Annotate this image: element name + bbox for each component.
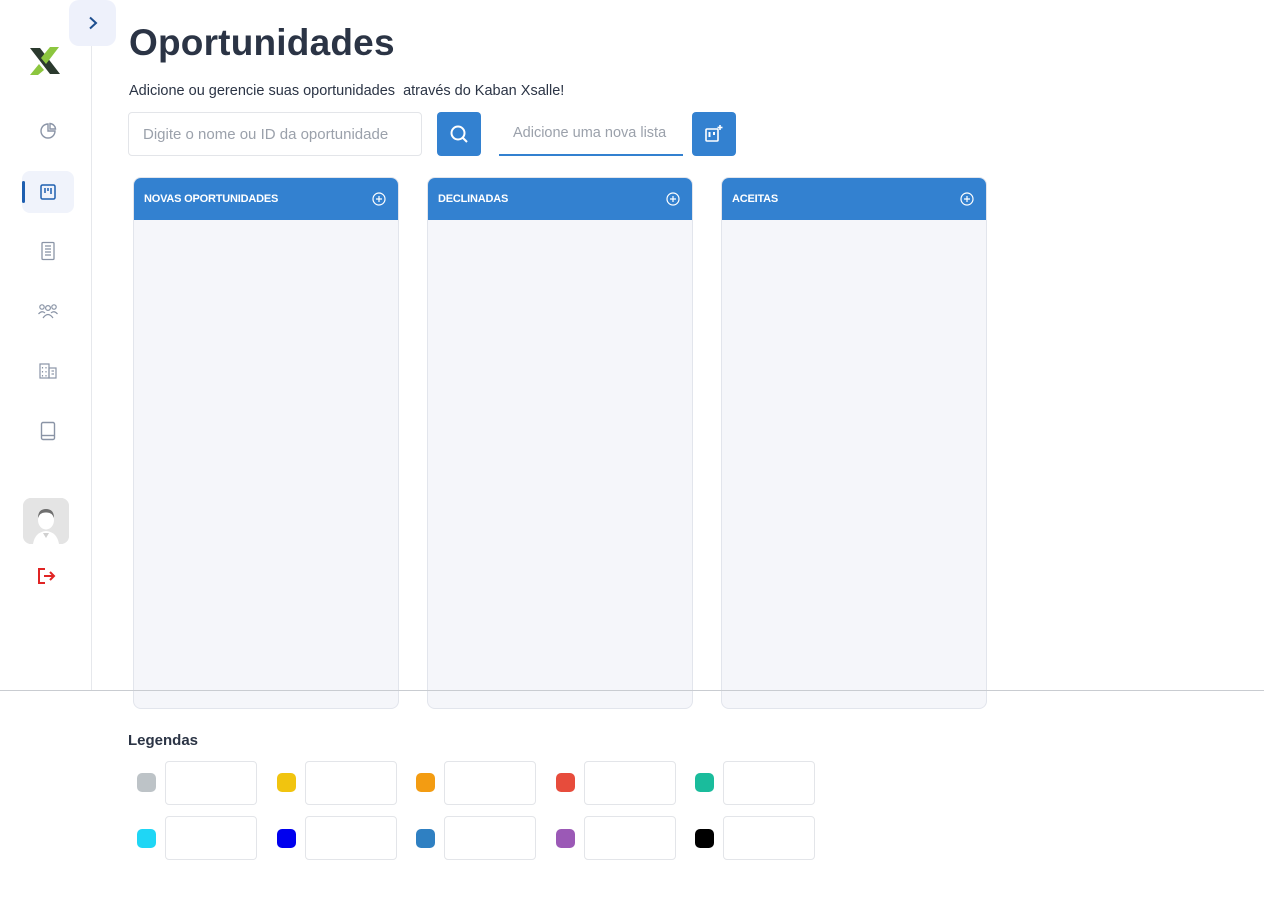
- legend-title: Legendas: [128, 732, 199, 749]
- legend-label-input[interactable]: [305, 816, 397, 860]
- column-header: ACEITAS: [722, 178, 986, 220]
- add-list-button[interactable]: [692, 112, 736, 156]
- search-button[interactable]: [437, 112, 481, 156]
- nav-dashboard[interactable]: [22, 110, 74, 152]
- search-input[interactable]: [128, 112, 422, 156]
- nav-book[interactable]: [22, 410, 74, 452]
- column-title: DECLINADAS: [438, 193, 509, 205]
- page-title: Oportunidades: [129, 22, 395, 63]
- kanban-column-aceitas: ACEITAS: [721, 177, 987, 709]
- legend-swatch[interactable]: [416, 829, 435, 848]
- column-title: ACEITAS: [732, 193, 779, 205]
- legend-swatch[interactable]: [695, 829, 714, 848]
- legend-swatch[interactable]: [277, 829, 296, 848]
- column-title: NOVAS OPORTUNIDADES: [144, 193, 279, 205]
- users-group-icon: [38, 304, 58, 319]
- document-list-icon: [41, 241, 55, 261]
- add-card-button[interactable]: [371, 191, 387, 207]
- plus-circle-icon: [666, 192, 680, 206]
- legend-label-input[interactable]: [444, 816, 536, 860]
- sidebar-collapse-button[interactable]: [69, 0, 116, 46]
- pie-chart-icon: [40, 122, 57, 139]
- plus-circle-icon: [960, 192, 974, 206]
- xsalle-logo[interactable]: [26, 42, 64, 80]
- sidebar: [0, 0, 92, 690]
- add-board-icon: [705, 125, 723, 142]
- legend-label-input[interactable]: [305, 761, 397, 805]
- add-card-button[interactable]: [959, 191, 975, 207]
- nav-documents[interactable]: [22, 230, 74, 272]
- legend-label-input[interactable]: [723, 761, 815, 805]
- building-icon: [39, 363, 57, 379]
- legend-swatch[interactable]: [137, 829, 156, 848]
- legend-label-input[interactable]: [444, 761, 536, 805]
- kanban-column-declinadas: DECLINADAS: [427, 177, 693, 709]
- column-header: DECLINADAS: [428, 178, 692, 220]
- chevron-right-icon: [88, 16, 97, 30]
- legend-label-input[interactable]: [165, 816, 257, 860]
- legend-label-input[interactable]: [584, 816, 676, 860]
- legend-swatch[interactable]: [556, 829, 575, 848]
- column-header: NOVAS OPORTUNIDADES: [134, 178, 398, 220]
- legend-swatch[interactable]: [137, 773, 156, 792]
- nav-companies[interactable]: [22, 350, 74, 392]
- logout-icon: [38, 568, 56, 584]
- new-list-input[interactable]: [499, 112, 683, 156]
- search-icon: [450, 125, 468, 143]
- legend-swatch[interactable]: [277, 773, 296, 792]
- legend-swatch[interactable]: [416, 773, 435, 792]
- section-divider: [0, 690, 1264, 691]
- kanban-column-novas-oportunidades: NOVAS OPORTUNIDADES: [133, 177, 399, 709]
- kanban-board-icon: [40, 184, 56, 200]
- nav-kanban[interactable]: [22, 171, 74, 213]
- logout-button[interactable]: [35, 565, 57, 587]
- add-card-button[interactable]: [665, 191, 681, 207]
- user-avatar-icon: [23, 498, 69, 544]
- legend-label-input[interactable]: [584, 761, 676, 805]
- nav-users[interactable]: [22, 290, 74, 332]
- legend-swatch[interactable]: [556, 773, 575, 792]
- legend-swatch[interactable]: [695, 773, 714, 792]
- legend-label-input[interactable]: [723, 816, 815, 860]
- avatar[interactable]: [23, 498, 69, 544]
- book-icon: [40, 421, 56, 441]
- legend-label-input[interactable]: [165, 761, 257, 805]
- plus-circle-icon: [372, 192, 386, 206]
- page-subtitle: Adicione ou gerencie suas oportunidades …: [129, 83, 565, 99]
